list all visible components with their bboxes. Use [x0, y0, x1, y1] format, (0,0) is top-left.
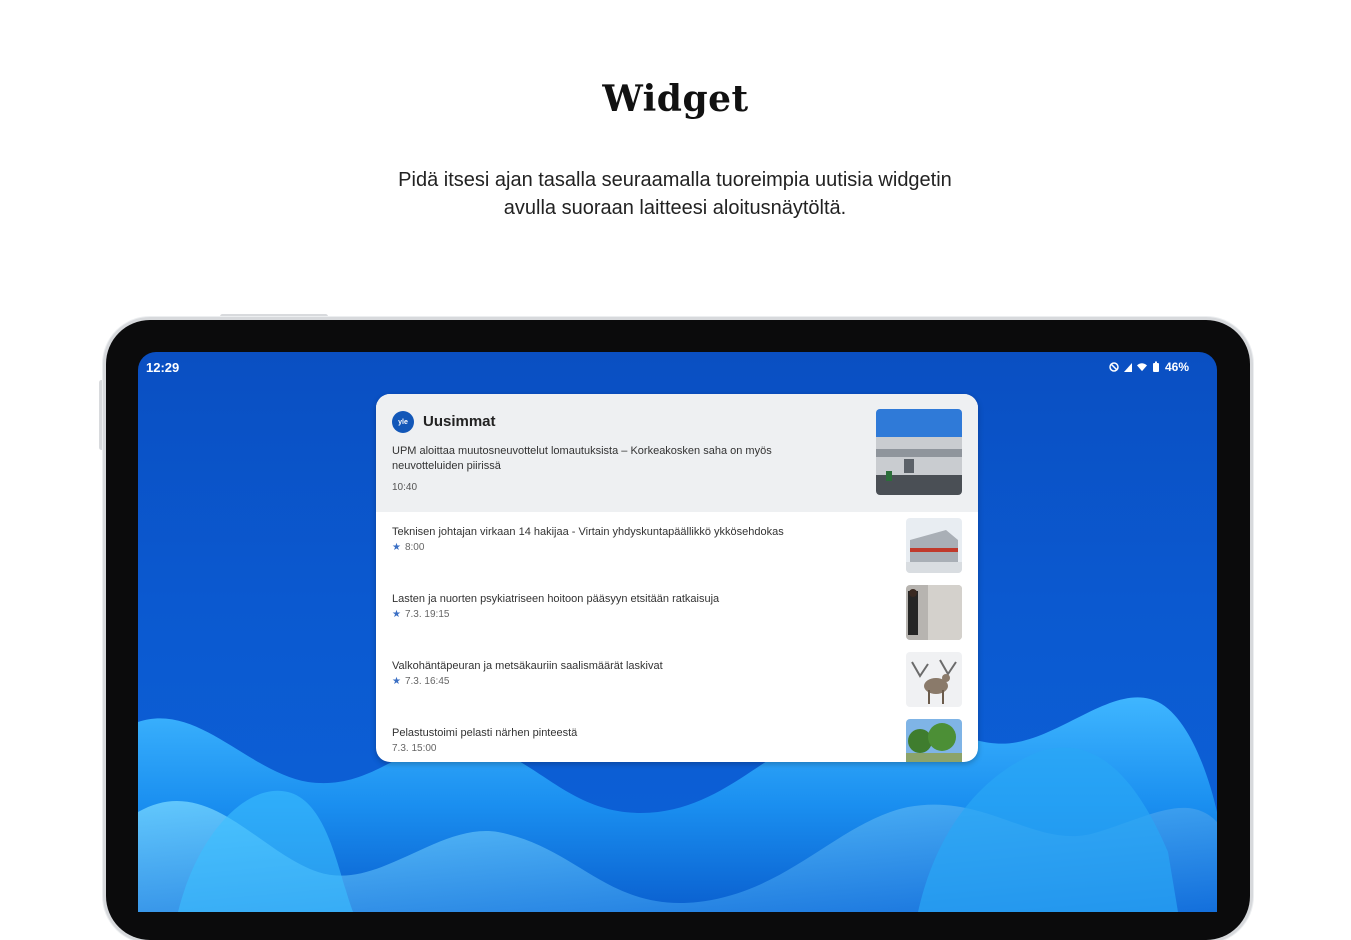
item-meta: 7.3. 15:00: [392, 743, 436, 754]
widget-top-story[interactable]: yle Uusimmat UPM aloittaa muutosneuvotte…: [376, 394, 978, 512]
list-item[interactable]: Valkohäntäpeuran ja metsäkauriin saalism…: [376, 652, 978, 719]
top-story-time: 10:40: [392, 482, 418, 493]
promo-title: Widget: [602, 78, 749, 120]
item-meta: ★ 8:00: [392, 542, 424, 553]
status-time: 12:29: [146, 360, 180, 375]
widget-title: Uusimmat: [423, 413, 496, 430]
item-time: 7.3. 19:15: [404, 609, 450, 620]
star-icon: ★: [392, 676, 401, 687]
yle-logo-icon: yle: [392, 411, 414, 433]
tablet-top-button: [220, 314, 328, 319]
star-icon: ★: [392, 609, 401, 620]
do-not-disturb-icon: [1109, 362, 1119, 372]
item-meta: ★ 7.3. 19:15: [392, 609, 449, 620]
wifi-icon: [1136, 363, 1147, 372]
status-icons: 46%: [1109, 360, 1189, 374]
news-widget[interactable]: yle Uusimmat UPM aloittaa muutosneuvotte…: [376, 394, 978, 762]
item-thumbnail: [906, 652, 962, 707]
item-title: Teknisen johtajan virkaan 14 hakijaa - V…: [392, 526, 784, 538]
top-story-thumbnail[interactable]: [876, 409, 962, 495]
star-icon: ★: [392, 542, 401, 553]
item-thumbnail: [906, 585, 962, 640]
home-screen: 12:29 46% yle Uusimmat UPM aloittaa muut…: [138, 352, 1217, 912]
item-time: 8:00: [404, 542, 425, 553]
item-thumbnail: [906, 719, 962, 762]
item-meta: ★ 7.3. 16:45: [392, 676, 449, 687]
battery-percent: 46%: [1164, 360, 1189, 374]
top-story-headline[interactable]: UPM aloittaa muutosneuvottelut lomautuks…: [392, 444, 832, 474]
item-time: 7.3. 15:00: [392, 743, 437, 754]
item-title: Valkohäntäpeuran ja metsäkauriin saalism…: [392, 660, 663, 672]
list-item[interactable]: Lasten ja nuorten psykiatriseen hoitoon …: [376, 585, 978, 652]
item-title: Lasten ja nuorten psykiatriseen hoitoon …: [392, 593, 720, 605]
signal-icon: [1123, 363, 1132, 372]
item-title: Pelastustoimi pelasti närhen pinteestä: [392, 727, 578, 739]
item-time: 7.3. 16:45: [404, 676, 450, 687]
list-item[interactable]: Teknisen johtajan virkaan 14 hakijaa - V…: [376, 518, 978, 585]
list-item[interactable]: Pelastustoimi pelasti närhen pinteestä 7…: [376, 719, 978, 762]
promo-subtitle: Pidä itsesi ajan tasalla seuraamalla tuo…: [398, 169, 952, 219]
item-thumbnail: [906, 518, 962, 573]
tablet-side-button: [99, 380, 104, 450]
battery-icon: [1152, 361, 1159, 372]
